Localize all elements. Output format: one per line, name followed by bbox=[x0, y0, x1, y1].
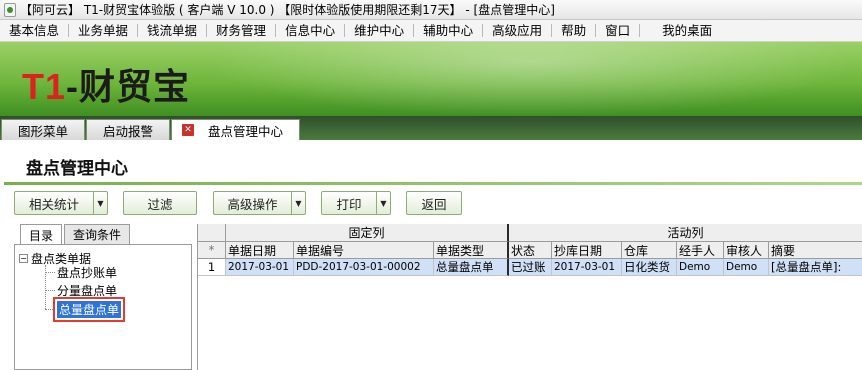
tree-item-label: 总量盘点单 bbox=[52, 297, 126, 322]
grid-group-header: 固定列 活动列 bbox=[198, 224, 862, 242]
documents-grid: 固定列 活动列 * 单据日期 单据编号 单据类型 状态 抄库日期 仓库 经手人 … bbox=[197, 224, 862, 370]
menu-maintenance[interactable]: 维护中心 bbox=[345, 20, 413, 42]
advanced-ops-button[interactable]: 高级操作 ▼ bbox=[213, 191, 306, 215]
window-titlebar: 【阿可云】 T1-财贸宝体验版 ( 客户端 V 10.0 ) 【限时体验版使用期… bbox=[0, 0, 862, 20]
stats-button-label: 相关统计 bbox=[28, 196, 79, 212]
tab-graphic-menu[interactable]: 图形菜单 bbox=[1, 119, 86, 140]
cell-doc-date: 2017-03-01 bbox=[226, 259, 294, 276]
tree-item-partial-count[interactable]: 分量盘点单 bbox=[45, 282, 117, 299]
tree-panel: − 盘点类单据 盘点抄账单 分量盘点单 总量盘点单 bbox=[14, 244, 192, 370]
logo-t1: T1 bbox=[22, 66, 67, 107]
cell-copy-date: 2017-03-01 bbox=[552, 259, 622, 276]
col-handler[interactable]: 经手人 bbox=[677, 242, 724, 259]
cell-handler: Demo bbox=[677, 259, 724, 276]
filter-button[interactable]: 过滤 bbox=[123, 191, 197, 215]
tab-inventory-center[interactable]: ✕ 盘点管理中心 bbox=[171, 119, 301, 140]
brand-banner: T1-财贸宝 bbox=[0, 42, 862, 116]
col-copy-date[interactable]: 抄库日期 bbox=[552, 242, 622, 259]
menu-bar: 基本信息 业务单据 钱流单据 财务管理 信息中心 维护中心 辅助中心 高级应用 … bbox=[0, 20, 862, 42]
tab-label: 图形菜单 bbox=[18, 123, 69, 139]
menu-advanced[interactable]: 高级应用 bbox=[483, 20, 551, 42]
col-doc-date[interactable]: 单据日期 bbox=[226, 242, 294, 259]
main-content: 盘点管理中心 相关统计 ▼ 过滤 高级操作 ▼ 打印 ▼ 返回 目录 查询条件 … bbox=[0, 140, 862, 370]
menu-aux-center[interactable]: 辅助中心 bbox=[414, 20, 482, 42]
menu-business-docs[interactable]: 业务单据 bbox=[69, 20, 137, 42]
app-icon bbox=[4, 2, 16, 17]
menu-info-center[interactable]: 信息中心 bbox=[276, 20, 344, 42]
print-button-label: 打印 bbox=[336, 196, 362, 212]
title-divider bbox=[4, 182, 862, 185]
group-fixed-columns: 固定列 bbox=[226, 224, 509, 242]
col-warehouse[interactable]: 仓库 bbox=[622, 242, 677, 259]
menu-cashflow-docs[interactable]: 钱流单据 bbox=[138, 20, 206, 42]
back-button[interactable]: 返回 bbox=[406, 191, 462, 215]
page-title: 盘点管理中心 bbox=[26, 159, 128, 179]
tree-item-count-sheet[interactable]: 盘点抄账单 bbox=[45, 264, 117, 281]
col-reviewer[interactable]: 审核人 bbox=[724, 242, 769, 259]
tab-startup-alarm[interactable]: 启动报警 bbox=[86, 119, 171, 140]
row-index: 1 bbox=[198, 259, 226, 276]
grid-header: * 单据日期 单据编号 单据类型 状态 抄库日期 仓库 经手人 审核人 摘要 bbox=[198, 242, 862, 259]
window-title: 【阿可云】 T1-财贸宝体验版 ( 客户端 V 10.0 ) 【限时体验版使用期… bbox=[20, 3, 555, 17]
left-panel-tabs: 目录 查询条件 bbox=[20, 224, 132, 245]
col-status[interactable]: 状态 bbox=[509, 242, 552, 259]
row-marker-header: * bbox=[198, 242, 226, 259]
cell-status: 已过账 bbox=[509, 259, 552, 276]
app-logo: T1-财贸宝 bbox=[22, 58, 190, 110]
cell-doc-type: 总量盘点单 bbox=[434, 259, 509, 276]
tree-connector bbox=[45, 272, 55, 273]
collapse-icon[interactable]: − bbox=[19, 254, 28, 263]
col-doc-type[interactable]: 单据类型 bbox=[434, 242, 509, 259]
tab-label: 盘点管理中心 bbox=[208, 123, 284, 139]
tab-label: 启动报警 bbox=[103, 123, 154, 139]
tree-item-label: 分量盘点单 bbox=[57, 284, 118, 298]
col-doc-number[interactable]: 单据编号 bbox=[294, 242, 434, 259]
col-summary[interactable]: 摘要 bbox=[769, 242, 862, 259]
logo-name: -财贸宝 bbox=[66, 66, 191, 107]
stats-button[interactable]: 相关统计 ▼ bbox=[14, 191, 108, 215]
tree-connector bbox=[45, 309, 55, 310]
tab-directory[interactable]: 目录 bbox=[20, 224, 63, 245]
menu-basic-info[interactable]: 基本信息 bbox=[0, 20, 68, 42]
menu-my-desktop[interactable]: 我的桌面 bbox=[640, 20, 721, 42]
tab-query-conditions[interactable]: 查询条件 bbox=[64, 224, 131, 244]
group-spacer bbox=[198, 224, 226, 242]
tree-connector bbox=[45, 290, 55, 291]
group-active-columns: 活动列 bbox=[509, 224, 862, 242]
print-button[interactable]: 打印 ▼ bbox=[321, 191, 391, 215]
tree-item-total-count[interactable]: 总量盘点单 bbox=[45, 297, 126, 322]
table-row[interactable]: 1 2017-03-01 PDD-2017-03-01-00002 总量盘点单 … bbox=[198, 259, 862, 276]
cell-reviewer: Demo bbox=[724, 259, 769, 276]
cell-doc-number: PDD-2017-03-01-00002 bbox=[294, 259, 434, 276]
document-tabs: 图形菜单 启动报警 ✕ 盘点管理中心 bbox=[0, 116, 862, 140]
tree-item-label: 盘点抄账单 bbox=[57, 266, 118, 280]
cell-warehouse: 日化类货 bbox=[622, 259, 677, 276]
cell-summary: [总量盘点单]: bbox=[769, 259, 862, 276]
menu-window[interactable]: 窗口 bbox=[596, 20, 639, 42]
chevron-down-icon[interactable]: ▼ bbox=[291, 192, 305, 214]
menu-finance[interactable]: 财务管理 bbox=[207, 20, 275, 42]
chevron-down-icon[interactable]: ▼ bbox=[376, 192, 390, 214]
chevron-down-icon[interactable]: ▼ bbox=[93, 192, 107, 214]
menu-help[interactable]: 帮助 bbox=[552, 20, 595, 42]
close-icon[interactable]: ✕ bbox=[182, 124, 195, 136]
advanced-ops-label: 高级操作 bbox=[227, 196, 278, 212]
